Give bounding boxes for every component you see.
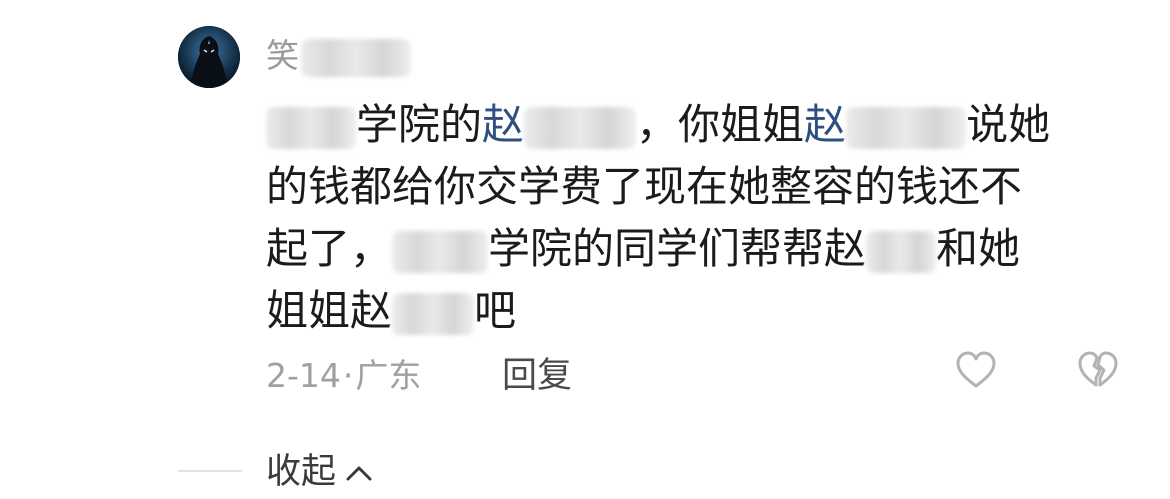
mention-link[interactable]: 赵 — [482, 100, 524, 149]
comment-body: 学院的赵 ，你姐姐赵 说她 的钱都给你交学费了现在她整容的钱还不 起了， 学院的同学们帮帮… — [266, 94, 1116, 342]
comment-text: 吧 — [474, 286, 517, 335]
redacted-text — [866, 230, 937, 273]
comment-meta: 2-14·广东 — [266, 352, 421, 400]
comment-line: 的钱都给你交学费了现在她整容的钱还不 — [266, 156, 1116, 218]
comment-text: ，你姐姐 — [636, 100, 805, 149]
comment-date: 2-14 — [266, 356, 341, 395]
heart-outline-icon[interactable] — [954, 348, 998, 392]
comment-text: 的钱都给你交学费了现在她整容的钱还不 — [266, 162, 1023, 211]
comment-text: 学院的 — [356, 100, 483, 149]
collapse-label: 收起 — [266, 452, 337, 492]
mention-link[interactable]: 赵 — [804, 100, 846, 149]
collapse-divider — [178, 470, 242, 472]
avatar-image — [178, 26, 240, 88]
redacted-text — [846, 106, 967, 149]
collapse-button[interactable]: 收起 — [266, 448, 374, 496]
comment-text: 学院的同学们帮帮赵 — [488, 224, 867, 273]
comment-line: 姐姐赵 吧 — [266, 280, 1116, 342]
redacted-text — [524, 106, 637, 149]
comment-text: 说她 — [966, 100, 1051, 149]
redacted-text — [392, 292, 475, 335]
reply-button[interactable]: 回复 — [502, 352, 572, 400]
comment-line: 起了， 学院的同学们帮帮赵 和她 — [266, 218, 1116, 280]
username[interactable]: 笑 — [266, 34, 411, 78]
broken-heart-outline-icon[interactable] — [1076, 348, 1120, 392]
redacted-text — [266, 106, 356, 149]
comment-item: 笑 学院的赵 ，你姐姐赵 说她 的钱都给你交学费了现在她整容的钱还不 起了， 学院的同学们… — [0, 0, 1170, 499]
comment-text: 和她 — [936, 224, 1021, 273]
meta-separator: · — [342, 356, 354, 395]
comment-text: 起了， — [266, 224, 393, 273]
comment-line: 学院的赵 ，你姐姐赵 说她 — [266, 94, 1116, 156]
username-visible-text: 笑 — [266, 36, 299, 75]
redacted-text — [392, 230, 489, 273]
redacted-username — [301, 38, 411, 77]
comment-location: 广东 — [355, 356, 422, 395]
chevron-up-icon — [346, 466, 372, 481]
comment-text: 姐姐赵 — [266, 286, 393, 335]
avatar[interactable] — [178, 26, 240, 88]
